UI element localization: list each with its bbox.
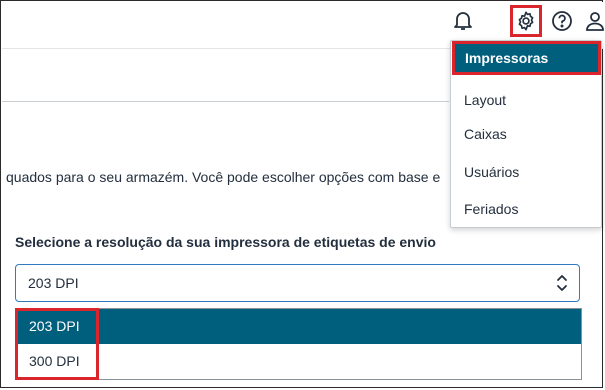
- help-icon[interactable]: [548, 7, 576, 35]
- app-frame: quados para o seu armazém. Você pode esc…: [0, 0, 605, 388]
- menu-item-caixas[interactable]: Caixas: [451, 117, 601, 151]
- resolution-select[interactable]: 203 DPI: [15, 264, 580, 302]
- bell-icon[interactable]: [449, 7, 477, 35]
- chevron-up-down-icon: [555, 273, 569, 298]
- menu-item-layout[interactable]: Layout: [451, 83, 601, 117]
- menu-item-usuarios[interactable]: Usuários: [451, 155, 601, 189]
- resolution-options-list: 203 DPI 300 DPI: [15, 308, 582, 380]
- section-divider: [2, 101, 449, 102]
- user-icon[interactable]: [581, 7, 605, 35]
- option-203-dpi[interactable]: 203 DPI: [16, 309, 581, 344]
- settings-menu: Impressoras Layout Caixas Usuários Feria…: [450, 40, 602, 228]
- resolution-select-value: 203 DPI: [28, 275, 79, 291]
- gear-icon[interactable]: [510, 5, 542, 37]
- resolution-select-label: Selecione a resolução da sua impressora …: [15, 234, 436, 250]
- option-300-dpi[interactable]: 300 DPI: [16, 344, 581, 379]
- menu-item-impressoras[interactable]: Impressoras: [452, 41, 601, 75]
- page-description: quados para o seu armazém. Você pode esc…: [6, 169, 441, 185]
- menu-item-feriados[interactable]: Feriados: [451, 192, 601, 226]
